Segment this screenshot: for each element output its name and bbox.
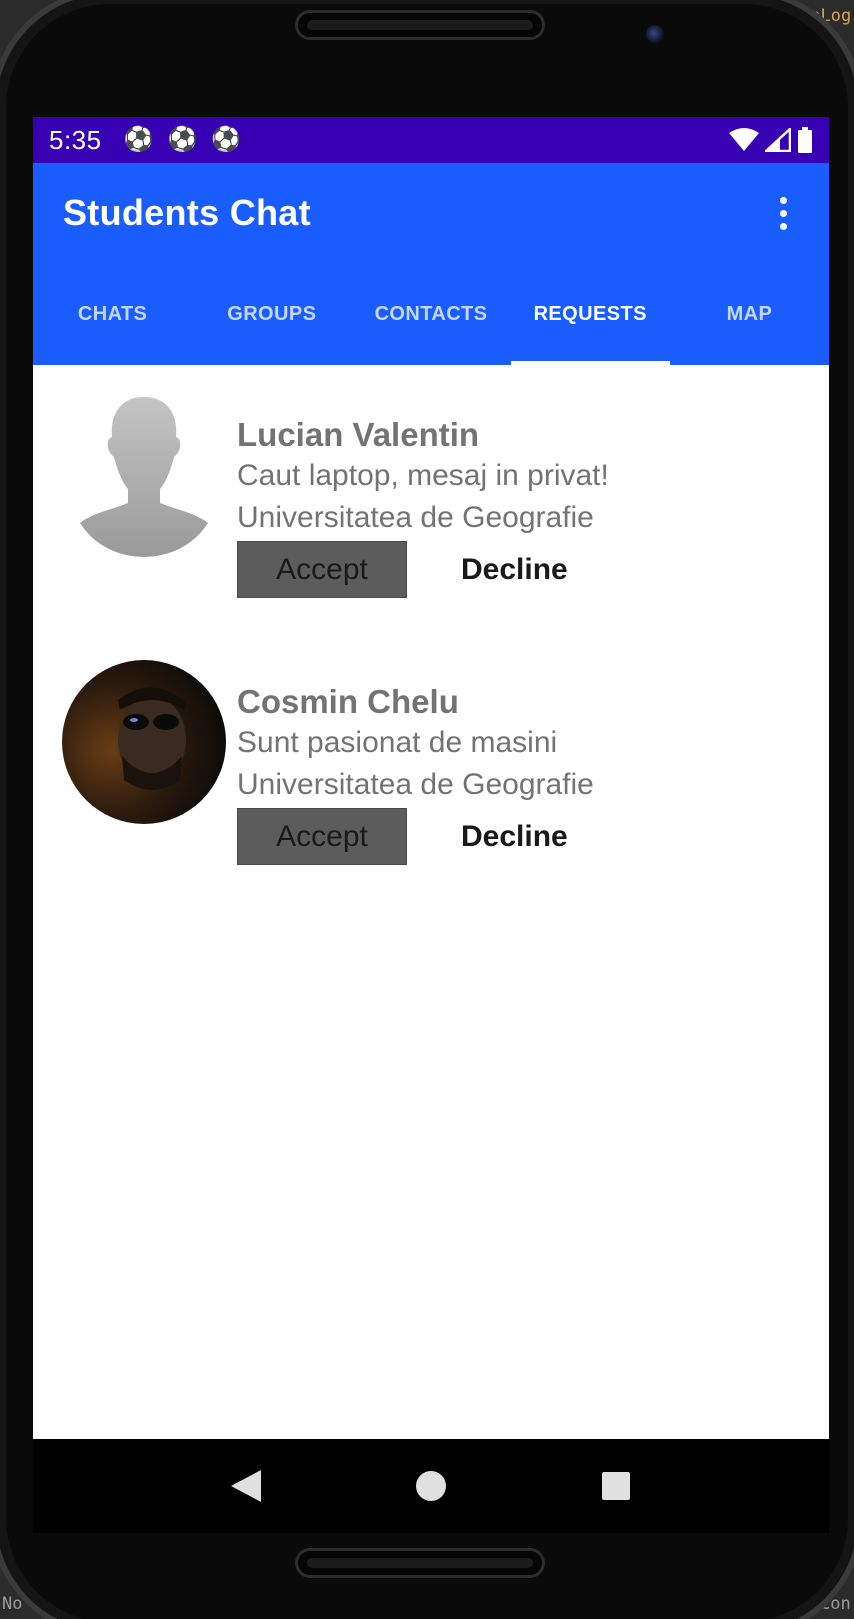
- request-status: Sunt pasionat de masini: [237, 726, 558, 759]
- list-item: Cosmin Chelu Sunt pasionat de masini Uni…: [33, 660, 829, 927]
- status-bar: 5:35 ⚽ ⚽ ⚽: [33, 117, 829, 163]
- request-name: Cosmin Chelu: [237, 683, 459, 720]
- list-item: Lucian Valentin Caut laptop, mesaj in pr…: [33, 393, 829, 660]
- accept-button[interactable]: Accept: [237, 808, 407, 865]
- app-bar: Students Chat: [33, 163, 829, 263]
- top-speaker: [295, 10, 545, 40]
- status-time: 5:35: [49, 124, 102, 155]
- more-vert-icon[interactable]: [767, 189, 799, 237]
- home-icon[interactable]: [401, 1456, 461, 1516]
- accept-button[interactable]: Accept: [237, 541, 407, 598]
- request-actions: Accept Decline: [237, 541, 609, 598]
- soccer-ball-icon: ⚽: [167, 126, 198, 153]
- status-indicators: [729, 127, 813, 153]
- request-university: Universitatea de Geografie: [237, 768, 594, 801]
- soccer-ball-icon: ⚽: [123, 126, 154, 153]
- app-title: Students Chat: [63, 192, 311, 233]
- wifi-icon: [729, 128, 759, 151]
- bottom-speaker: [295, 1548, 545, 1578]
- request-info: Cosmin Chelu Sunt pasionat de masini Uni…: [237, 682, 594, 865]
- request-actions: Accept Decline: [237, 808, 594, 865]
- soccer-ball-icon: ⚽: [211, 126, 242, 153]
- request-name: Lucian Valentin: [237, 416, 480, 453]
- notification-icons: ⚽ ⚽ ⚽: [124, 128, 242, 152]
- request-university: Universitatea de Geografie: [237, 501, 594, 534]
- tab-groups[interactable]: GROUPS: [192, 263, 351, 365]
- front-camera: [646, 25, 664, 43]
- app-screen: 5:35 ⚽ ⚽ ⚽ Students Chat CHATS GROUPS CO…: [33, 117, 829, 1439]
- profile-photo: [62, 660, 226, 824]
- default-avatar-icon: [62, 393, 226, 557]
- back-icon[interactable]: [216, 1456, 276, 1516]
- tab-bar: CHATS GROUPS CONTACTS REQUESTS MAP: [33, 263, 829, 365]
- tab-requests[interactable]: REQUESTS: [510, 263, 671, 365]
- decline-button[interactable]: Decline: [461, 553, 568, 587]
- system-nav-bar: [33, 1439, 829, 1533]
- requests-list: Lucian Valentin Caut laptop, mesaj in pr…: [33, 365, 829, 927]
- request-info: Lucian Valentin Caut laptop, mesaj in pr…: [237, 415, 609, 598]
- tab-map[interactable]: MAP: [670, 263, 829, 365]
- battery-icon: [798, 127, 812, 153]
- tab-chats[interactable]: CHATS: [33, 263, 192, 365]
- request-status: Caut laptop, mesaj in privat!: [237, 459, 609, 492]
- decline-button[interactable]: Decline: [461, 820, 568, 854]
- cell-signal-icon: [765, 128, 791, 152]
- tab-contacts[interactable]: CONTACTS: [351, 263, 510, 365]
- recents-icon[interactable]: [586, 1456, 646, 1516]
